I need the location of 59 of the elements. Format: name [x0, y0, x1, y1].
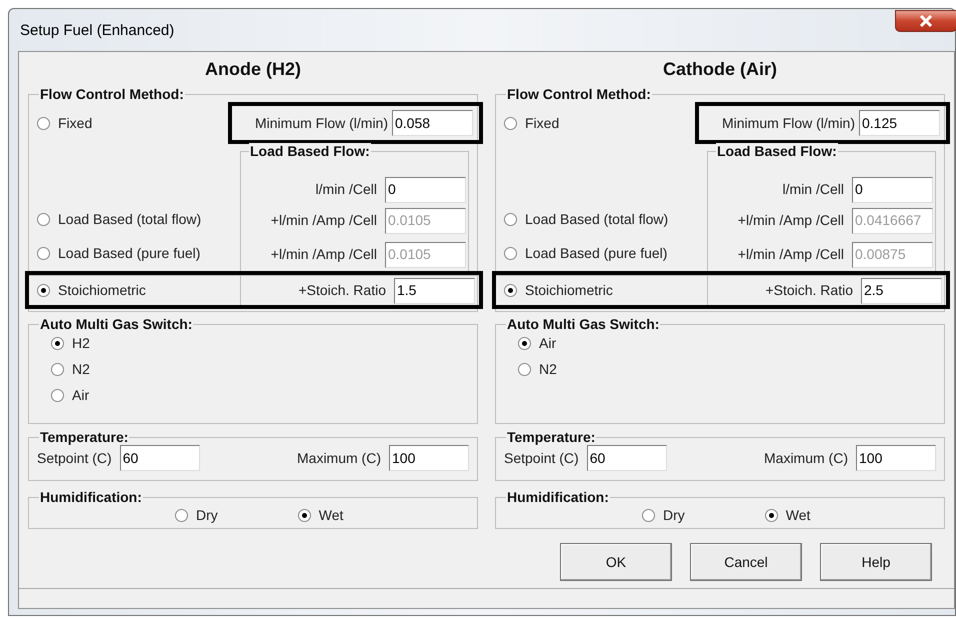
field-label: +l/min /Amp /Cell — [270, 245, 377, 264]
radio-option[interactable]: Stoichiometric — [37, 280, 146, 301]
group-title: Temperature: — [506, 429, 596, 445]
text-field[interactable]: 0 — [385, 176, 466, 202]
text-field[interactable]: 60 — [120, 445, 200, 471]
radio-option[interactable]: Load Based (pure fuel) — [37, 243, 200, 264]
text-field[interactable]: 0 — [852, 176, 933, 202]
field-label: l/min /Cell — [782, 180, 844, 199]
radio-option[interactable]: Wet — [298, 505, 344, 526]
radio-option[interactable]: Load Based (total flow) — [504, 209, 668, 230]
radio-option[interactable]: Fixed — [504, 112, 560, 134]
dialog-button[interactable]: Help — [820, 543, 932, 581]
group-title: Auto Multi Gas Switch: — [506, 316, 660, 332]
group-title: Flow Control Method: — [506, 86, 652, 102]
text-field[interactable]: 2.5 — [861, 278, 942, 304]
radio-option[interactable]: Stoichiometric — [504, 280, 613, 301]
text-field[interactable]: 1.5 — [394, 278, 475, 304]
close-icon — [919, 15, 933, 27]
group-title: Load Based Flow: — [249, 143, 371, 159]
text-field[interactable]: 100 — [389, 445, 469, 471]
field-label: Minimum Flow (l/min) — [255, 114, 388, 133]
group-title: Flow Control Method: — [39, 86, 185, 102]
radio-option[interactable]: Air — [518, 333, 556, 354]
field-label: Maximum (C) — [764, 448, 848, 468]
field-label: +l/min /Amp /Cell — [270, 211, 377, 230]
group-title: Temperature: — [39, 429, 130, 445]
dialog-button[interactable]: OK — [560, 543, 672, 581]
radio-option[interactable]: Fixed — [37, 112, 92, 134]
field-label: l/min /Cell — [316, 180, 377, 199]
radio-option[interactable]: N2 — [51, 359, 90, 380]
group-title: Load Based Flow: — [716, 143, 838, 159]
panel-heading: Anode (H2) — [204, 58, 302, 81]
radio-option[interactable]: N2 — [518, 359, 557, 380]
radio-option[interactable]: Wet — [764, 505, 810, 526]
panel-heading: Cathode (Air) — [662, 58, 778, 81]
radio-option[interactable]: Load Based (total flow) — [37, 209, 202, 230]
text-field[interactable]: 100 — [856, 445, 936, 471]
radio-option[interactable]: H2 — [51, 333, 90, 354]
radio-option[interactable]: Dry — [175, 505, 218, 526]
dialog-button[interactable]: Cancel — [690, 543, 802, 581]
text-field[interactable]: 0.058 — [392, 110, 473, 136]
radio-option[interactable]: Air — [51, 385, 90, 406]
close-button[interactable] — [895, 10, 956, 32]
group-title: Auto Multi Gas Switch: — [39, 316, 194, 332]
field-label: Setpoint (C) — [504, 448, 579, 468]
field-label: Maximum (C) — [297, 448, 381, 468]
field-label: +Stoich. Ratio — [765, 281, 853, 300]
window-title: Setup Fuel (Enhanced) — [20, 21, 174, 41]
text-field[interactable]: 0.125 — [859, 110, 940, 136]
field-label: +l/min /Amp /Cell — [738, 245, 844, 264]
radio-option[interactable]: Dry — [642, 505, 685, 526]
field-label: Minimum Flow (l/min) — [722, 114, 855, 133]
field-label: +l/min /Amp /Cell — [738, 211, 844, 230]
group-title: Humidification: — [39, 489, 143, 505]
group-title: Humidification: — [506, 489, 610, 505]
field-label: Setpoint (C) — [37, 448, 112, 468]
radio-option[interactable]: Load Based (pure fuel) — [504, 243, 668, 264]
text-field[interactable]: 60 — [586, 445, 667, 471]
field-label: +Stoich. Ratio — [298, 281, 386, 300]
